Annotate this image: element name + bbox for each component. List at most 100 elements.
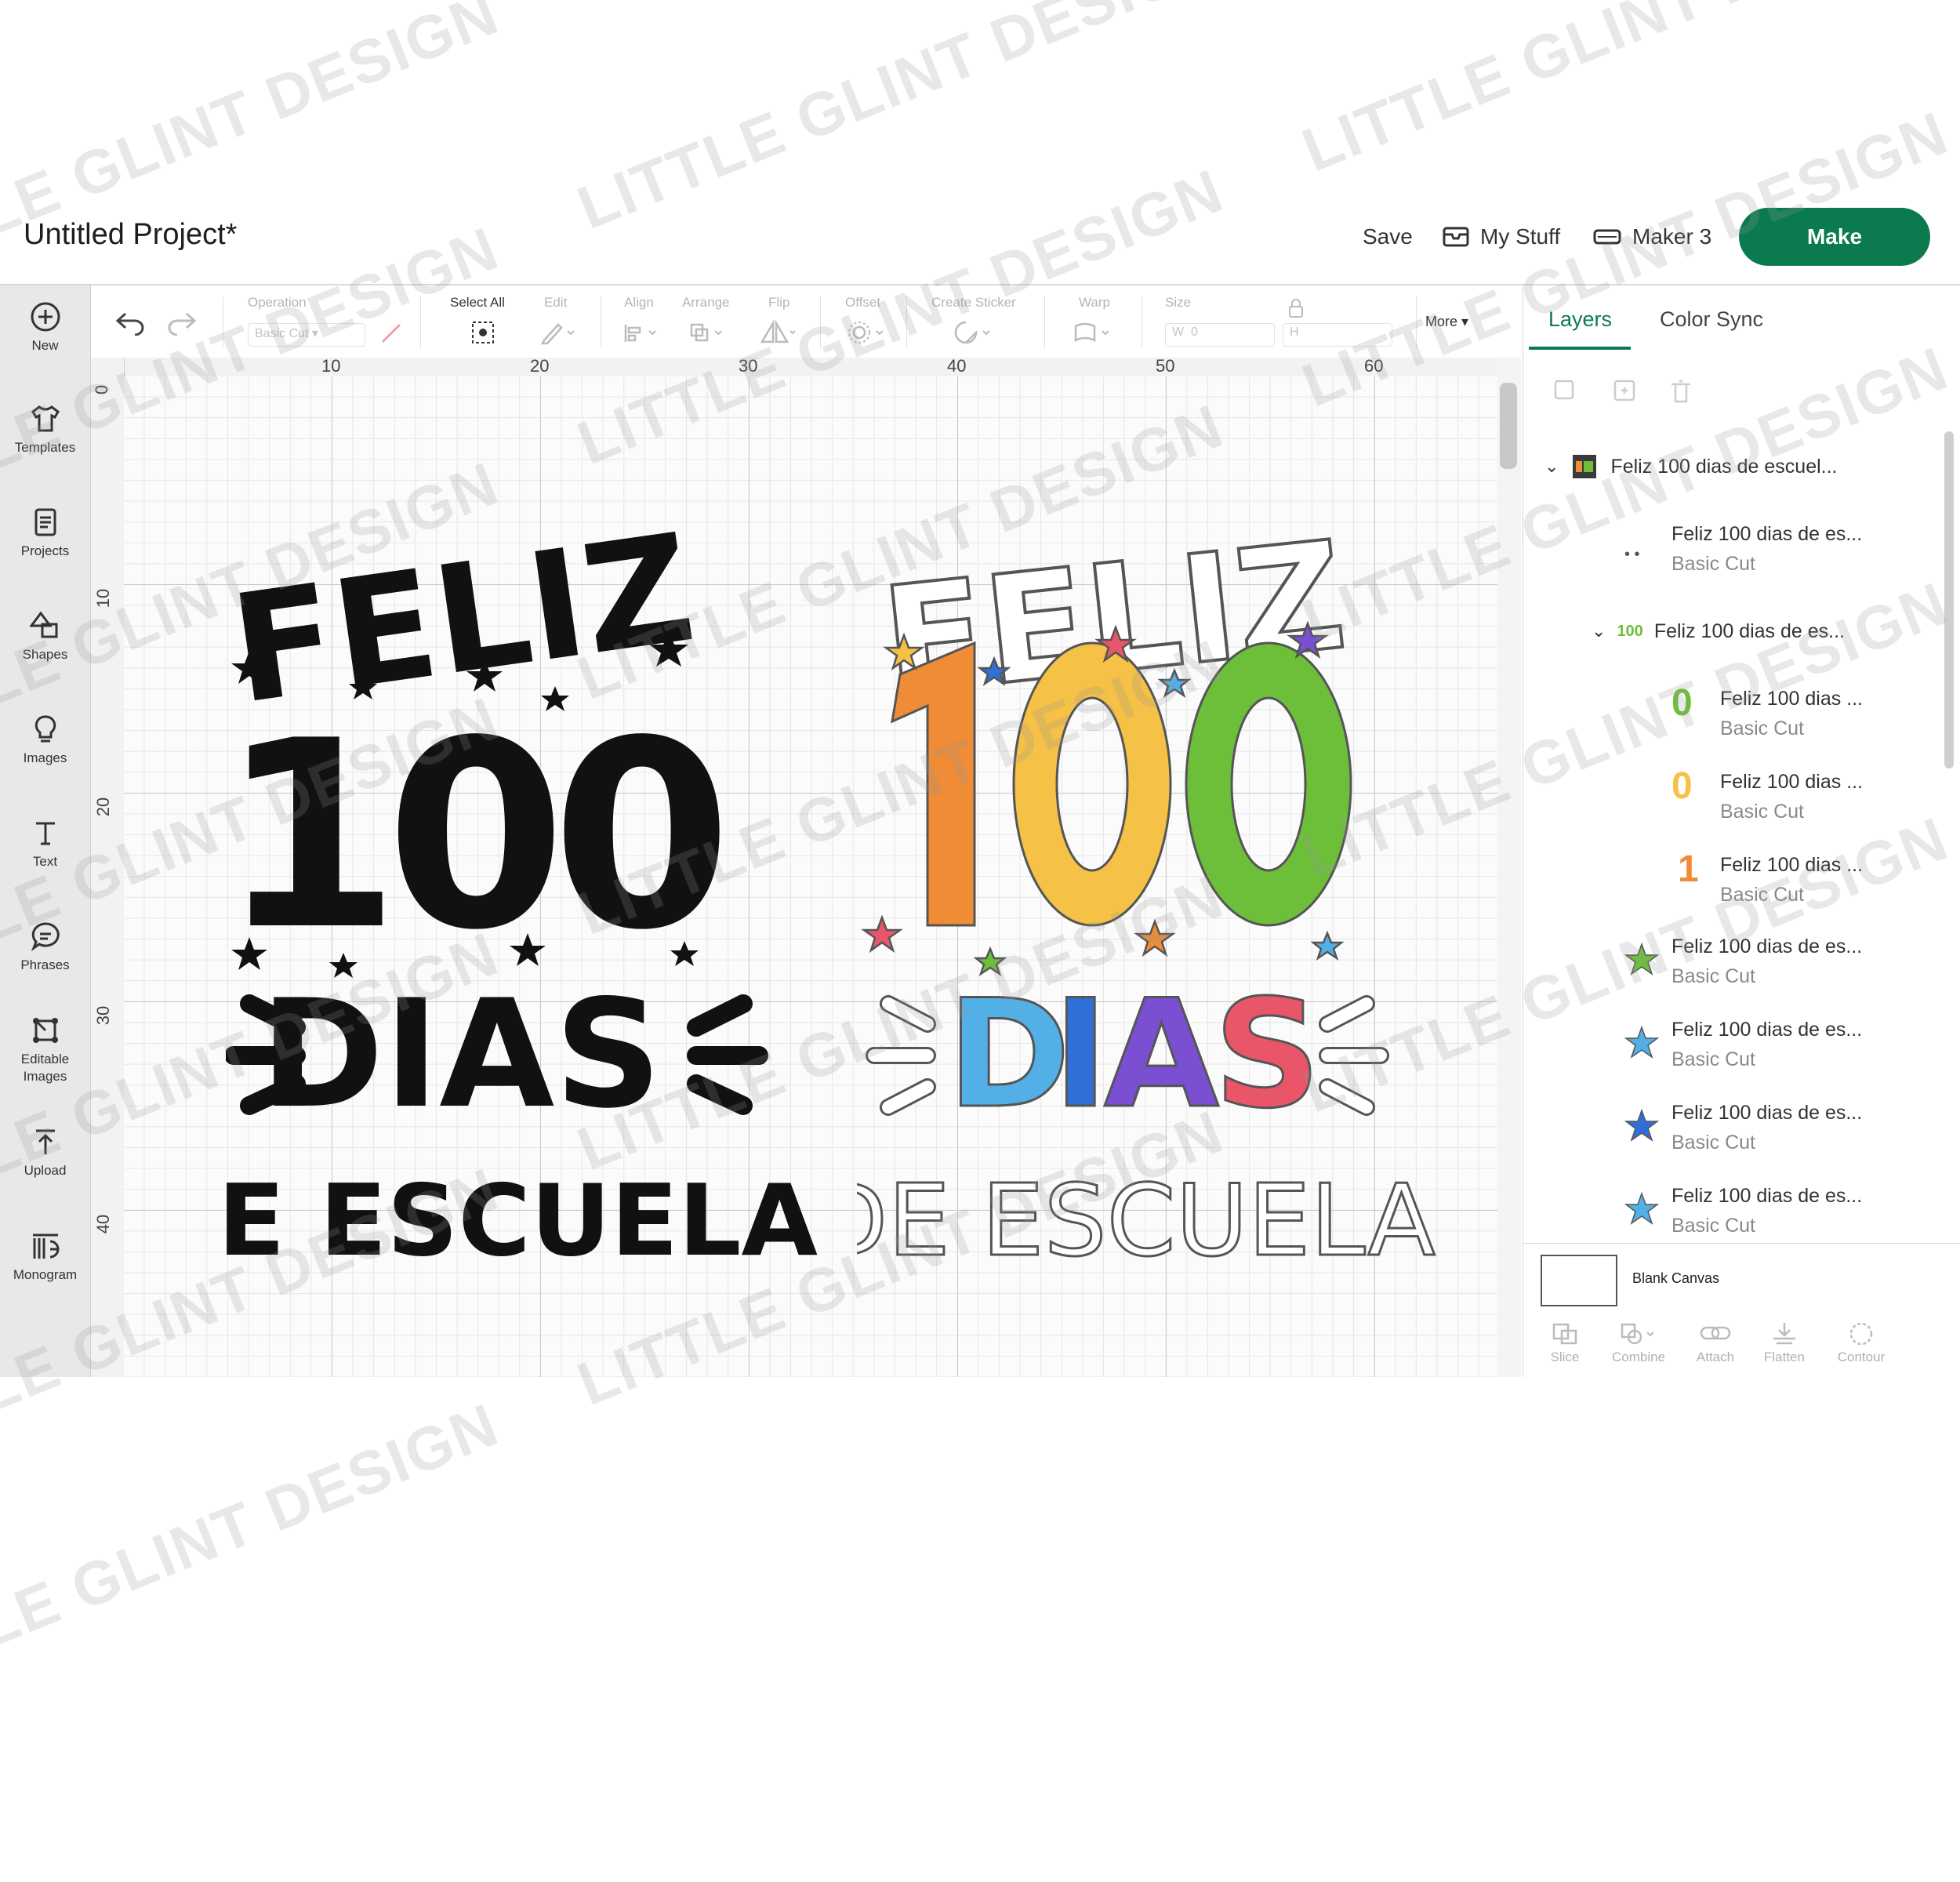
combine-button[interactable]: Combine: [1607, 1321, 1670, 1365]
layer-group-row[interactable]: ⌄ Feliz 100 dias de escuel...: [1544, 452, 1838, 481]
sidebar-item-monogram[interactable]: Monogram: [0, 1230, 90, 1284]
select-all-icon[interactable]: [469, 318, 497, 347]
inbox-icon: [1443, 227, 1469, 247]
slice-button[interactable]: Slice: [1534, 1321, 1596, 1365]
panel-scrollbar[interactable]: [1944, 431, 1954, 768]
operation-select[interactable]: Basic Cut ▾: [248, 323, 365, 347]
layer-subgroup-row[interactable]: ⌄ 100 Feliz 100 dias de es...: [1592, 616, 1845, 646]
contour-button[interactable]: Contour: [1830, 1321, 1893, 1365]
layer-row[interactable]: • • Feliz 100 dias de es... Basic Cut: [1624, 519, 1862, 579]
sidebar-label-line2: Images: [23, 1069, 67, 1084]
sidebar-label: Shapes: [22, 647, 68, 662]
undo-icon[interactable]: [114, 309, 146, 336]
sidebar-item-templates[interactable]: Templates: [0, 403, 90, 456]
h-label: H: [1290, 325, 1299, 339]
warp-icon[interactable]: [1073, 320, 1116, 345]
attach-button[interactable]: Attach: [1684, 1321, 1747, 1365]
layer-row[interactable]: Feliz 100 dias de es... Basic Cut: [1624, 1015, 1862, 1074]
sidebar-label: Text: [32, 854, 58, 869]
more-button[interactable]: More ▾: [1425, 314, 1468, 330]
combine-label: Combine: [1611, 1350, 1666, 1364]
pencil-icon[interactable]: [539, 320, 579, 345]
sticker-icon[interactable]: [953, 320, 997, 345]
w-value: 0: [1191, 325, 1198, 339]
sidebar-item-phrases[interactable]: Phrases: [0, 921, 90, 974]
zero-green-icon: 0: [1671, 682, 1693, 724]
linetype-color-icon[interactable]: [379, 322, 403, 345]
chevron-down-icon[interactable]: ⌄: [1544, 452, 1559, 481]
layer-row[interactable]: Feliz 100 dias de es... Basic Cut: [1624, 1181, 1862, 1241]
layer-row[interactable]: 0 Feliz 100 dias ... Basic Cut: [1671, 684, 1863, 743]
layer-row[interactable]: Feliz 100 dias de es... Basic Cut: [1624, 932, 1862, 991]
shapes-icon: [29, 611, 57, 638]
ruler-tick: 10: [321, 356, 341, 376]
sidebar-item-new[interactable]: New: [0, 301, 90, 354]
canvas-scroll-thumb[interactable]: [1500, 383, 1517, 469]
layer-name: Feliz 100 dias de es...: [1653, 620, 1846, 642]
select-all-label: Select All: [450, 295, 505, 310]
sidebar-item-shapes[interactable]: Shapes: [0, 610, 90, 663]
layer-operation: Basic Cut: [1671, 1215, 1755, 1237]
arrange-icon[interactable]: [688, 322, 728, 345]
design-100-text: 100: [226, 685, 721, 986]
tab-layers[interactable]: Layers: [1548, 307, 1612, 332]
layer-name: Feliz 100 dias ...: [1720, 854, 1864, 876]
layer-row[interactable]: 1 Feliz 100 dias ... Basic Cut: [1671, 850, 1863, 910]
align-icon[interactable]: [622, 322, 662, 345]
layer-name: Feliz 100 dias de es...: [1671, 1019, 1863, 1041]
design-canvas[interactable]: FELIZ 100 DIAS DE ESCUELA FELIZ: [124, 376, 1497, 1377]
sidebar-label: Phrases: [20, 957, 70, 972]
layer-operation: Basic Cut: [1720, 884, 1804, 906]
sidebar-item-projects[interactable]: Projects: [0, 507, 90, 560]
ruler-tick: 0: [92, 384, 112, 395]
my-stuff-button[interactable]: My Stuff: [1443, 224, 1560, 249]
ruler-tick: 20: [93, 797, 114, 817]
speech-bubble-icon: [31, 922, 60, 952]
machine-select[interactable]: Maker 3: [1593, 224, 1711, 249]
offset-icon[interactable]: [847, 320, 891, 345]
slice-icon: [1552, 1323, 1577, 1345]
flatten-button[interactable]: Flatten: [1753, 1321, 1816, 1365]
flip-icon[interactable]: [759, 320, 798, 345]
layer-name: Feliz 100 dias de escuel...: [1610, 456, 1838, 478]
svg-text:I: I: [1053, 968, 1109, 1141]
save-button[interactable]: Save: [1363, 224, 1413, 249]
sidebar-label: Projects: [20, 543, 70, 558]
color-design[interactable]: FELIZ D I A S DE ESCUELA: [857, 525, 1500, 1325]
blank-canvas-thumbnail[interactable]: [1541, 1255, 1617, 1306]
warp-label: Warp: [1079, 295, 1110, 310]
more-label: More: [1425, 314, 1458, 329]
lightbulb-icon: [34, 715, 56, 743]
lock-icon[interactable]: [1287, 298, 1305, 318]
attach-icon: [1700, 1326, 1731, 1340]
canvas-scrollbar[interactable]: [1497, 358, 1521, 1377]
flip-label: Flip: [768, 295, 790, 310]
sidebar-item-text[interactable]: Text: [0, 817, 90, 870]
w-label: W: [1172, 325, 1185, 339]
tab-color-sync[interactable]: Color Sync: [1660, 307, 1763, 332]
height-input[interactable]: H: [1283, 323, 1392, 347]
sidebar-item-upload[interactable]: Upload: [0, 1126, 90, 1179]
sidebar-item-images[interactable]: Images: [0, 714, 90, 767]
svg-text:A: A: [1104, 968, 1219, 1141]
group-icon: [1554, 380, 1574, 400]
chevron-down-icon[interactable]: ⌄: [1592, 616, 1606, 646]
layer-row[interactable]: Feliz 100 dias de es... Basic Cut: [1624, 1098, 1862, 1157]
width-input[interactable]: W 0: [1165, 323, 1275, 347]
plus-circle-icon: [31, 302, 60, 332]
color-escuela-text: DE ESCUELA: [857, 1163, 1436, 1278]
ruler-tick: 30: [739, 356, 758, 376]
black-design[interactable]: FELIZ 100 DIAS DE ESCUELA: [226, 525, 892, 1325]
sidebar-label: Images: [23, 750, 67, 765]
toolbar-separator: [906, 296, 907, 348]
offset-label: Offset: [845, 295, 881, 310]
make-button[interactable]: Make: [1739, 208, 1930, 266]
redo-icon[interactable]: [166, 309, 198, 336]
layer-row[interactable]: 0 Feliz 100 dias ... Basic Cut: [1671, 767, 1863, 827]
sidebar-item-editable-images[interactable]: Editable Images: [0, 1015, 90, 1085]
svg-text:S: S: [1214, 968, 1321, 1141]
editable-images-icon: [32, 1018, 58, 1043]
project-title[interactable]: Untitled Project*: [24, 218, 237, 252]
ruler-tick: 10: [93, 588, 114, 609]
operation-label: Operation: [248, 295, 307, 310]
